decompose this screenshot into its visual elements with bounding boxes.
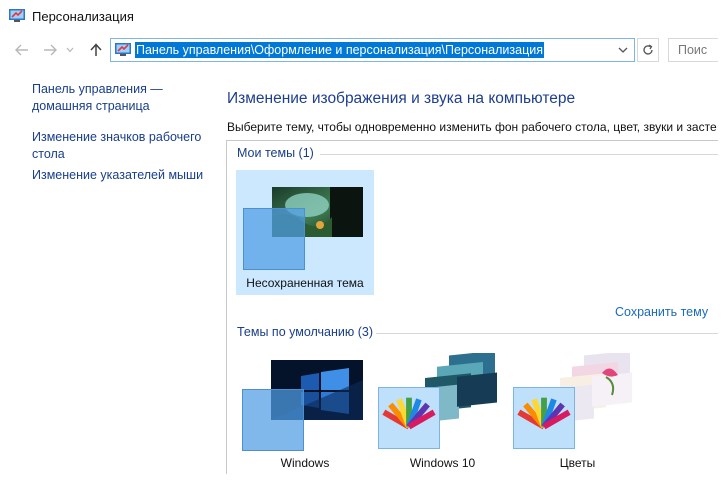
sidebar-item-home[interactable]: Панель управления — домашняя страница — [32, 81, 163, 115]
theme-color-swatch — [243, 208, 305, 270]
theme-flowers[interactable]: Цветы — [510, 353, 645, 474]
theme-name: Несохраненная тема — [246, 276, 364, 290]
my-themes-label: Мои темы (1) — [237, 146, 314, 160]
theme-name: Windows — [280, 456, 330, 470]
sidebar-item-mouse-pointers[interactable]: Изменение указателей мыши — [32, 167, 203, 184]
theme-color-swatch — [242, 389, 304, 451]
address-path[interactable]: Панель управления\Оформление и персонали… — [135, 42, 544, 58]
up-button[interactable] — [86, 40, 106, 60]
color-palette-icon — [513, 387, 575, 449]
personalization-window: Персонализация Панель управления\Оформле… — [0, 0, 718, 474]
control-panel-icon — [9, 9, 25, 22]
sidebar-item-desktop-icons[interactable]: Изменение значков рабочего стола — [32, 129, 201, 163]
divider — [376, 333, 718, 334]
save-theme-link[interactable]: Сохранить тему — [615, 305, 708, 319]
window-title: Персонализация — [32, 9, 134, 24]
theme-windows[interactable]: Windows — [240, 355, 370, 474]
theme-unsaved[interactable]: Несохраненная тема — [236, 170, 374, 295]
search-input[interactable]: Поис — [668, 38, 718, 62]
address-bar[interactable]: Панель управления\Оформление и персонали… — [110, 38, 635, 62]
chevron-down-icon[interactable] — [616, 43, 630, 57]
theme-name: Цветы — [559, 456, 596, 470]
page-title: Изменение изображения и звука на компьют… — [227, 90, 576, 107]
theme-windows-10[interactable]: Windows 10 — [375, 353, 510, 474]
arrow-left-icon — [15, 44, 28, 56]
refresh-icon — [643, 44, 653, 55]
back-button[interactable] — [12, 40, 32, 60]
chevron-down-icon — [66, 47, 74, 53]
recent-locations-button[interactable] — [64, 40, 76, 60]
refresh-button[interactable] — [637, 38, 659, 62]
forward-button[interactable] — [40, 40, 60, 60]
arrow-right-icon — [44, 44, 57, 56]
theme-name: Windows 10 — [409, 456, 476, 470]
control-panel-icon — [115, 43, 131, 56]
color-palette-icon — [378, 387, 440, 449]
arrow-up-icon — [90, 43, 102, 56]
divider — [320, 154, 718, 155]
page-description: Выберите тему, чтобы одновременно измени… — [227, 120, 717, 134]
title-bar: Персонализация — [0, 0, 718, 34]
default-themes-label: Темы по умолчанию (3) — [237, 325, 374, 339]
